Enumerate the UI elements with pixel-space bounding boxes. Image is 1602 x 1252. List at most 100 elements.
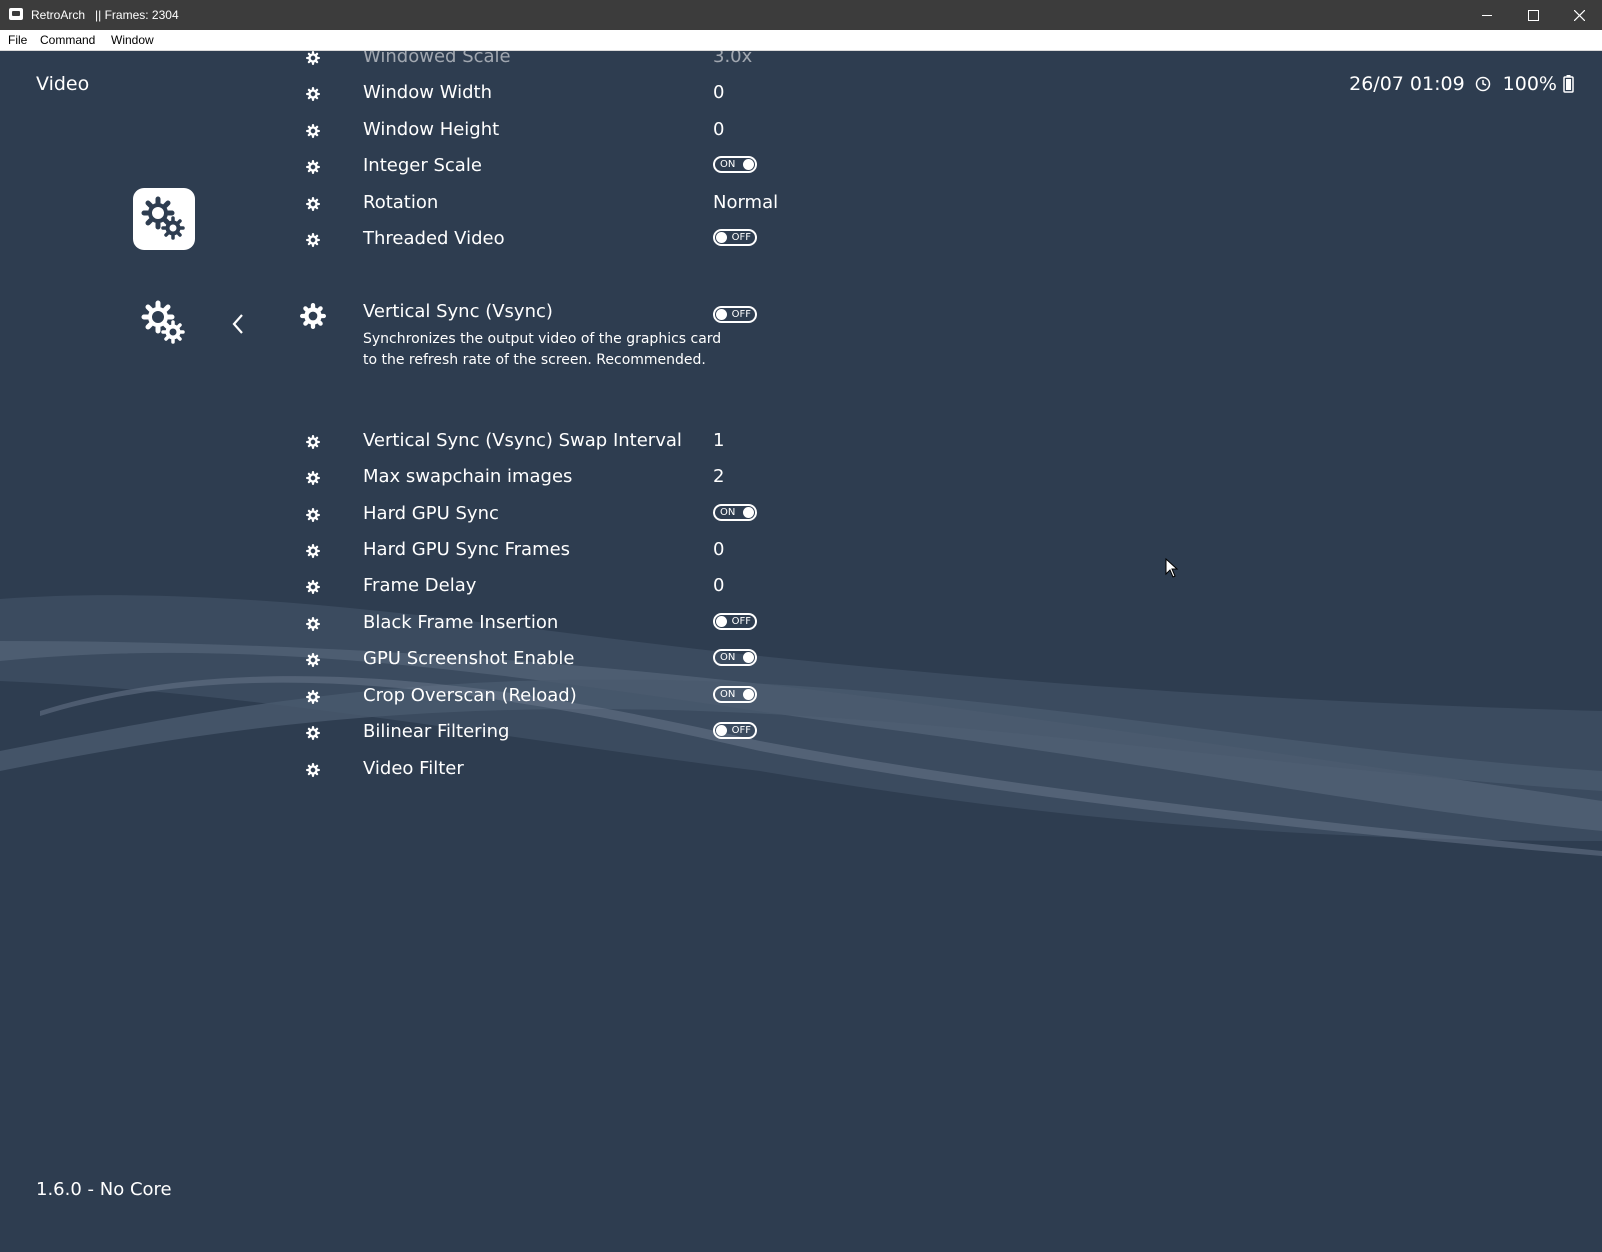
setting-label: Max swapchain images bbox=[363, 466, 573, 487]
gear-icon bbox=[300, 303, 326, 329]
toggle-knob bbox=[743, 507, 754, 518]
setting-value: 0 bbox=[713, 119, 725, 140]
minimize-icon bbox=[1482, 14, 1492, 16]
menu-command[interactable]: Command bbox=[40, 33, 95, 47]
setting-row[interactable]: Windowed Scale 3.0x bbox=[0, 51, 900, 75]
toggle-switch[interactable]: OFF bbox=[713, 613, 757, 630]
battery-icon bbox=[1563, 75, 1574, 93]
minimize-button[interactable] bbox=[1464, 0, 1510, 30]
setting-label: Hard GPU Sync Frames bbox=[363, 539, 571, 560]
setting-value: 3.0x bbox=[713, 51, 753, 67]
setting-label: GPU Screenshot Enable bbox=[363, 648, 575, 669]
window-title: RetroArch || Frames: 2304 bbox=[31, 8, 179, 22]
toggle-state-text: OFF bbox=[731, 232, 751, 243]
setting-row[interactable]: Integer Scale ON bbox=[0, 148, 900, 184]
setting-label: Video Filter bbox=[363, 758, 464, 779]
setting-row[interactable]: Window Height 0 bbox=[0, 112, 900, 148]
setting-label: Frame Delay bbox=[363, 575, 477, 596]
toggle-knob bbox=[716, 616, 727, 627]
title-bar: RetroArch || Frames: 2304 bbox=[0, 0, 1602, 30]
gear-icon bbox=[306, 123, 320, 138]
maximize-icon bbox=[1527, 9, 1539, 21]
toggle-on-icon: ON bbox=[713, 156, 757, 173]
setting-description: Synchronizes the output video of the gra… bbox=[363, 331, 722, 368]
toggle-off-icon: OFF bbox=[713, 306, 757, 323]
setting-row[interactable]: Hard GPU Sync Frames 0 bbox=[0, 532, 900, 568]
toggle-on-icon: ON bbox=[713, 649, 757, 666]
toggle-switch[interactable]: ON bbox=[713, 156, 757, 173]
toggle-state-text: OFF bbox=[731, 616, 751, 627]
setting-value: 0 bbox=[713, 82, 725, 103]
gear-icon bbox=[306, 689, 320, 704]
menu-file[interactable]: File bbox=[8, 33, 27, 47]
retroarch-logo-icon bbox=[9, 8, 23, 20]
toggle-off-icon: OFF bbox=[713, 613, 757, 630]
toggle-off-icon: OFF bbox=[713, 722, 757, 739]
menu-bar: File Command Window bbox=[0, 30, 1602, 51]
clock-icon bbox=[1475, 76, 1490, 92]
setting-value: 2 bbox=[713, 466, 725, 487]
toggle-on-icon: ON bbox=[713, 686, 757, 703]
setting-label: Integer Scale bbox=[363, 155, 482, 176]
toggle-switch[interactable]: OFF bbox=[713, 229, 757, 246]
battery-percentage: 100% bbox=[1502, 73, 1557, 95]
toggle-off-icon: OFF bbox=[713, 229, 757, 246]
toggle-switch[interactable]: OFF bbox=[713, 306, 757, 323]
setting-row[interactable]: Black Frame Insertion OFF bbox=[0, 605, 900, 641]
setting-value: 0 bbox=[713, 539, 725, 560]
setting-row[interactable]: Frame Delay 0 bbox=[0, 568, 900, 604]
setting-label: Rotation bbox=[363, 192, 439, 213]
toggle-state-text: ON bbox=[720, 507, 736, 518]
version-label: 1.6.0 - No Core bbox=[36, 1179, 172, 1200]
toggle-switch[interactable]: ON bbox=[713, 649, 757, 666]
setting-row[interactable]: Bilinear Filtering OFF bbox=[0, 714, 900, 750]
toggle-state-text: ON bbox=[720, 652, 736, 663]
gear-icon bbox=[306, 616, 320, 631]
toggle-state-text: ON bbox=[720, 159, 736, 170]
setting-label: Crop Overscan (Reload) bbox=[363, 685, 577, 706]
maximize-button[interactable] bbox=[1510, 0, 1556, 30]
setting-row[interactable]: Vertical Sync (Vsync) Synchronizes the ou… bbox=[0, 301, 900, 368]
gear-icon bbox=[306, 232, 320, 247]
gear-icon bbox=[306, 470, 320, 485]
setting-row[interactable]: Video Filter bbox=[0, 751, 900, 787]
setting-label: Window Height bbox=[363, 119, 500, 140]
setting-label: Black Frame Insertion bbox=[363, 612, 559, 633]
setting-row[interactable]: Max swapchain images 2 bbox=[0, 459, 900, 495]
datetime-text: 26/07 01:09 bbox=[1349, 73, 1465, 95]
setting-label: Threaded Video bbox=[363, 228, 505, 249]
setting-row[interactable]: Window Width 0 bbox=[0, 75, 900, 111]
setting-row[interactable]: GPU Screenshot Enable ON bbox=[0, 641, 900, 677]
toggle-switch[interactable]: OFF bbox=[713, 722, 757, 739]
close-icon bbox=[1573, 9, 1585, 21]
setting-row[interactable]: Crop Overscan (Reload) ON bbox=[0, 678, 900, 714]
setting-value: 1 bbox=[713, 430, 725, 451]
toggle-state-text: OFF bbox=[731, 309, 751, 320]
toggle-on-icon: ON bbox=[713, 504, 757, 521]
setting-row[interactable]: Rotation Normal bbox=[0, 185, 900, 221]
setting-label: Windowed Scale bbox=[363, 51, 511, 67]
toggle-state-text: ON bbox=[720, 689, 736, 700]
toggle-switch[interactable]: ON bbox=[713, 504, 757, 521]
toggle-knob bbox=[743, 652, 754, 663]
settings-list: Windowed Scale 3.0x Window Width 0 Window He… bbox=[0, 51, 900, 951]
setting-value: 0 bbox=[713, 575, 725, 596]
close-button[interactable] bbox=[1556, 0, 1602, 30]
toggle-knob bbox=[743, 159, 754, 170]
setting-row[interactable]: Threaded Video OFF bbox=[0, 221, 900, 257]
gear-icon bbox=[306, 86, 320, 101]
gear-icon bbox=[306, 652, 320, 667]
gear-icon bbox=[306, 507, 320, 522]
gear-icon bbox=[306, 159, 320, 174]
setting-row[interactable]: Hard GPU Sync ON bbox=[0, 496, 900, 532]
setting-value: Normal bbox=[713, 192, 779, 213]
toggle-switch[interactable]: ON bbox=[713, 686, 757, 703]
setting-row[interactable]: Vertical Sync (Vsync) Swap Interval 1 bbox=[0, 423, 900, 459]
setting-label: Vertical Sync (Vsync) bbox=[363, 301, 553, 322]
setting-label: Window Width bbox=[363, 82, 492, 103]
gear-icon bbox=[306, 434, 320, 449]
gear-icon bbox=[306, 725, 320, 740]
retroarch-menu: Video 26/07 01:09 100% Windowed Scale 3.… bbox=[0, 51, 1602, 1252]
menu-window[interactable]: Window bbox=[111, 33, 154, 47]
toggle-knob bbox=[716, 725, 727, 736]
